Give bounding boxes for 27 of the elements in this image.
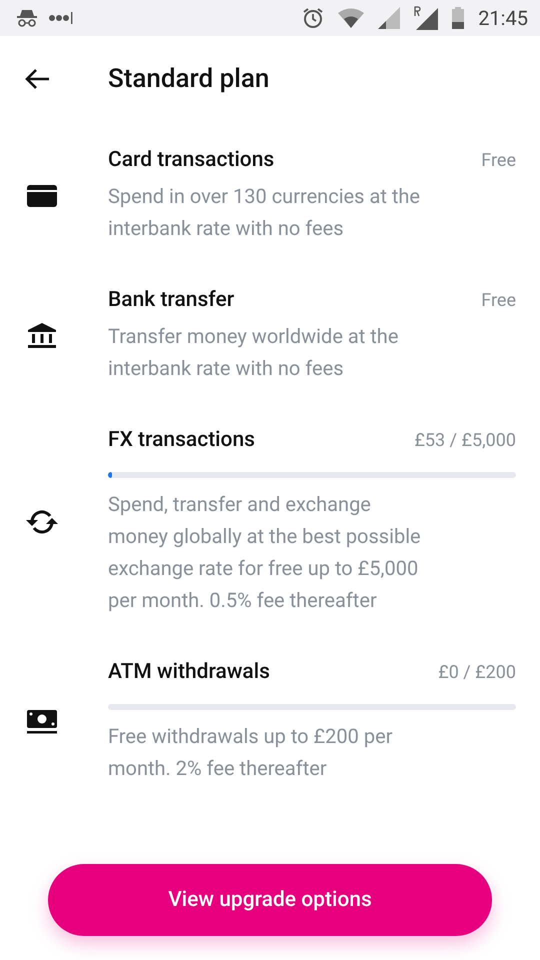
incognito-icon bbox=[16, 8, 38, 28]
feature-description: Spend in over 130 currencies at the interbank rate with no fees bbox=[108, 183, 421, 242]
feature-description: Transfer money worldwide at the interbank rate with no fees bbox=[108, 323, 400, 382]
battery-icon bbox=[452, 7, 464, 29]
exchange-icon bbox=[26, 509, 58, 535]
cash-icon bbox=[27, 710, 57, 734]
feature-title: ATM withdrawals bbox=[108, 660, 270, 684]
feature-title: FX transactions bbox=[108, 428, 255, 452]
roaming-signal-icon bbox=[414, 6, 438, 30]
alarm-icon bbox=[302, 7, 324, 29]
status-time: 21:45 bbox=[478, 6, 528, 30]
page-title: Standard plan bbox=[108, 64, 270, 94]
wifi-icon bbox=[338, 8, 364, 28]
feature-value: £0 / £200 bbox=[438, 662, 516, 683]
feature-title: Card transactions bbox=[108, 148, 274, 172]
more-notifications-icon bbox=[48, 12, 74, 24]
feature-value: Free bbox=[481, 290, 516, 311]
signal-icon bbox=[378, 7, 400, 29]
feature-description: Free withdrawals up to £200 per month. 2% fee thereafter bbox=[108, 723, 394, 782]
feature-value: £53 / £5,000 bbox=[414, 430, 516, 451]
feature-description: Spend, transfer and exchange money globally at the best possible exchange rate for free up to £5,000 per month. 0.5% fee thereafter bbox=[108, 491, 422, 614]
feature-title: Bank transfer bbox=[108, 288, 234, 312]
bank-icon bbox=[28, 323, 56, 349]
card-icon bbox=[27, 185, 57, 207]
upgrade-button[interactable]: View upgrade options bbox=[48, 864, 492, 936]
back-arrow-icon bbox=[24, 68, 50, 90]
feature-value: Free bbox=[481, 150, 516, 171]
